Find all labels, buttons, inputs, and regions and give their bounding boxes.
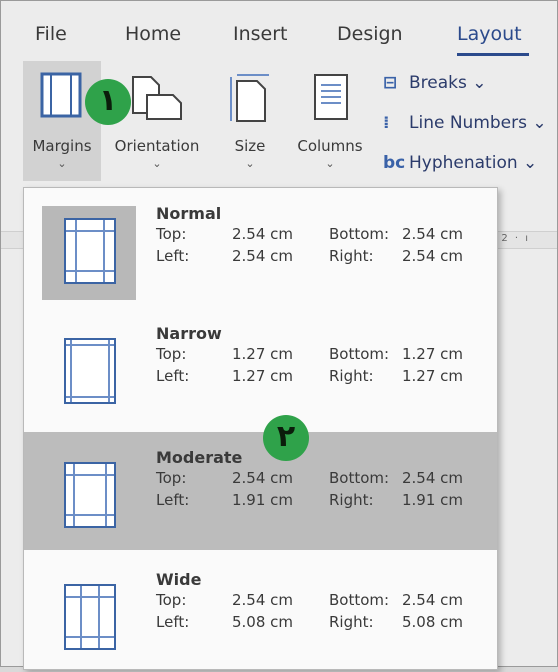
- margin-option-wide[interactable]: Wide Top: 2.54 cm Bottom: 2.54 cm Left: 5.08…: [24, 554, 497, 672]
- margin-option-moderate[interactable]: Moderate Top: 2.54 cm Bottom: 2.54 cm Left:…: [24, 432, 497, 550]
- right-value: 2.54 cm: [402, 247, 464, 265]
- option-name: Narrow: [156, 324, 222, 343]
- top-value: 2.54 cm: [232, 225, 294, 243]
- tab-home[interactable]: Home: [125, 23, 181, 45]
- margins-label: Margins: [32, 137, 92, 155]
- word-window: File Home Insert Design Layout Margins ⌄…: [0, 0, 558, 670]
- chevron-down-icon: ⌄: [325, 157, 335, 170]
- tab-insert[interactable]: Insert: [233, 23, 288, 45]
- wide-preview: [42, 572, 136, 666]
- tab-file[interactable]: File: [35, 23, 67, 45]
- left-value: 2.54 cm: [232, 247, 294, 265]
- bottom-value: 1.27 cm: [402, 345, 464, 363]
- right-label: Right:: [329, 613, 374, 631]
- left-label: Left:: [156, 613, 190, 631]
- option-name: Moderate: [156, 448, 243, 467]
- margins-dropdown: Normal Top: 2.54 cm Bottom: 2.54 cm Left: 2.…: [23, 187, 498, 670]
- columns-label: Columns: [297, 137, 363, 155]
- chevron-down-icon: ⌄: [517, 153, 538, 173]
- columns-button[interactable]: Columns ⌄: [285, 61, 375, 181]
- breaks-label: Breaks: [409, 73, 467, 93]
- top-label: Top:: [156, 469, 187, 487]
- breaks-icon: ⊟: [383, 73, 398, 93]
- narrow-details: Narrow Top: 1.27 cm Bottom: 1.27 cm Left: 1.…: [156, 324, 463, 389]
- bottom-label: Bottom:: [329, 345, 390, 363]
- margin-option-narrow[interactable]: Narrow Top: 1.27 cm Bottom: 1.27 cm Left: 1.…: [24, 308, 497, 426]
- size-button[interactable]: Size ⌄: [219, 61, 281, 181]
- right-label: Right:: [329, 247, 374, 265]
- moderate-preview: [42, 450, 136, 544]
- line-numbers-icon: ⁞: [383, 113, 390, 133]
- page-icon: [64, 218, 116, 284]
- breaks-button[interactable]: ⊟ Breaks ⌄: [383, 73, 487, 93]
- top-value: 2.54 cm: [232, 591, 294, 609]
- hyphenation-button[interactable]: bc Hyphenation ⌄: [383, 153, 537, 173]
- hyphenation-label: Hyphenation: [409, 153, 518, 173]
- option-name: Normal: [156, 204, 222, 223]
- active-tab-indicator: [457, 53, 529, 56]
- top-value: 1.27 cm: [232, 345, 294, 363]
- top-label: Top:: [156, 225, 187, 243]
- right-label: Right:: [329, 491, 374, 509]
- orientation-label: Orientation: [114, 137, 200, 155]
- columns-icon: [314, 74, 348, 120]
- page-icon: [64, 584, 116, 650]
- left-value: 1.27 cm: [232, 367, 294, 385]
- page-icon: [64, 338, 116, 404]
- left-value: 5.08 cm: [232, 613, 294, 631]
- narrow-preview: [42, 326, 136, 420]
- size-label: Size: [234, 137, 266, 155]
- margins-icon: [40, 72, 82, 118]
- chevron-down-icon: ⌄: [57, 157, 67, 170]
- margin-option-normal[interactable]: Normal Top: 2.54 cm Bottom: 2.54 cm Left: 2.…: [24, 188, 497, 306]
- bottom-label: Bottom:: [329, 469, 390, 487]
- hyphenation-icon: bc: [383, 153, 406, 173]
- orientation-icon: [132, 76, 182, 120]
- chevron-down-icon: ⌄: [466, 73, 487, 93]
- chevron-down-icon: ⌄: [245, 157, 255, 170]
- wide-details: Wide Top: 2.54 cm Bottom: 2.54 cm Left: 5.08…: [156, 570, 463, 635]
- bottom-label: Bottom:: [329, 591, 390, 609]
- moderate-details: Moderate Top: 2.54 cm Bottom: 2.54 cm Left:…: [156, 448, 463, 513]
- right-value: 1.27 cm: [402, 367, 464, 385]
- normal-preview: [42, 206, 136, 300]
- step-badge-2: ٢: [263, 415, 309, 461]
- left-label: Left:: [156, 367, 190, 385]
- top-value: 2.54 cm: [232, 469, 294, 487]
- left-label: Left:: [156, 247, 190, 265]
- ribbon: Margins ⌄ Orientation ⌄ Size ⌄ Columns ⌄…: [1, 61, 557, 196]
- top-label: Top:: [156, 591, 187, 609]
- bottom-value: 2.54 cm: [402, 591, 464, 609]
- normal-details: Normal Top: 2.54 cm Bottom: 2.54 cm Left: 2.…: [156, 204, 463, 269]
- left-label: Left:: [156, 491, 190, 509]
- right-value: 1.91 cm: [402, 491, 464, 509]
- tab-layout[interactable]: Layout: [457, 23, 522, 45]
- page-icon: [64, 462, 116, 528]
- tab-design[interactable]: Design: [337, 23, 403, 45]
- bottom-label: Bottom:: [329, 225, 390, 243]
- chevron-down-icon: ⌄: [526, 113, 547, 133]
- right-label: Right:: [329, 367, 374, 385]
- option-name: Wide: [156, 570, 202, 589]
- bottom-value: 2.54 cm: [402, 225, 464, 243]
- right-value: 5.08 cm: [402, 613, 464, 631]
- top-label: Top:: [156, 345, 187, 363]
- line-numbers-label: Line Numbers: [409, 113, 527, 133]
- size-icon: [230, 74, 269, 122]
- bottom-value: 2.54 cm: [402, 469, 464, 487]
- chevron-down-icon: ⌄: [152, 157, 162, 170]
- margins-button[interactable]: Margins ⌄: [23, 61, 101, 181]
- step-badge-1: ١: [85, 79, 131, 125]
- line-numbers-button[interactable]: ⁞ Line Numbers ⌄: [383, 113, 547, 133]
- left-value: 1.91 cm: [232, 491, 294, 509]
